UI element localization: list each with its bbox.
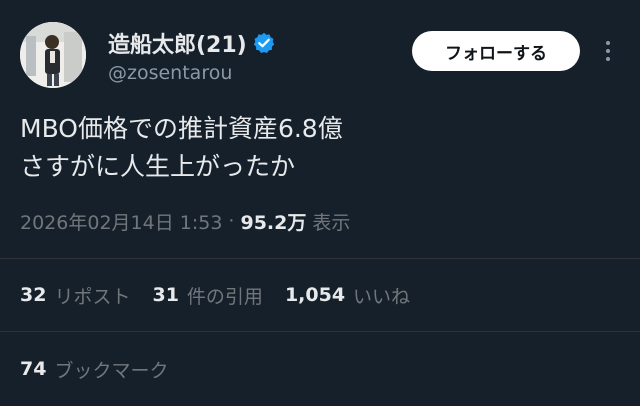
views-count: 95.2万: [240, 211, 307, 234]
timestamp[interactable]: 2026年02月14日 1:53: [20, 208, 222, 235]
views-label: 表示: [312, 211, 351, 234]
tweet-text-line: MBO価格での推計資産6.8億: [20, 114, 343, 143]
bookmarks-count: 74: [20, 358, 47, 380]
more-options-icon[interactable]: [596, 36, 620, 66]
reposts-count: 32: [20, 284, 47, 306]
tweet-text: MBO価格での推計資産6.8億 さすがに人生上がったか: [20, 110, 620, 186]
avatar-photo-icon: [20, 22, 86, 88]
user-handle[interactable]: @zosentarou: [108, 62, 232, 84]
bookmarks-stat[interactable]: 74 ブックマーク: [20, 354, 168, 384]
display-name[interactable]: 造船太郎(21): [108, 27, 247, 59]
divider: [0, 331, 640, 332]
tweet-detail: 造船太郎(21) @zosentarou フォローする MBO価格での推計資産6…: [0, 0, 640, 406]
bookmarks-label: ブックマーク: [54, 359, 169, 382]
quotes-count: 31: [152, 284, 179, 306]
reposts-stat[interactable]: 32 リポスト: [20, 282, 130, 309]
quotes-label: 件の引用: [186, 285, 263, 308]
tweet-text-line: さすがに人生上がったか: [20, 152, 296, 181]
follow-button[interactable]: フォローする: [412, 31, 580, 71]
likes-stat[interactable]: 1,054 いいね: [285, 282, 410, 309]
tweet-header: 造船太郎(21) @zosentarou フォローする: [20, 20, 620, 88]
meta-separator: ·: [228, 210, 235, 232]
tweet-meta: 2026年02月14日 1:53 · 95.2万 表示: [20, 206, 350, 236]
quotes-stat[interactable]: 31 件の引用: [152, 282, 262, 309]
divider: [0, 258, 640, 259]
verified-badge-icon: [253, 32, 275, 54]
likes-label: いいね: [353, 285, 411, 308]
avatar[interactable]: [20, 22, 86, 88]
name-row: 造船太郎(21): [108, 28, 275, 58]
reposts-label: リポスト: [54, 285, 131, 308]
engagement-stats: 32 リポスト 31 件の引用 1,054 いいね: [20, 280, 410, 310]
likes-count: 1,054: [284, 284, 346, 306]
